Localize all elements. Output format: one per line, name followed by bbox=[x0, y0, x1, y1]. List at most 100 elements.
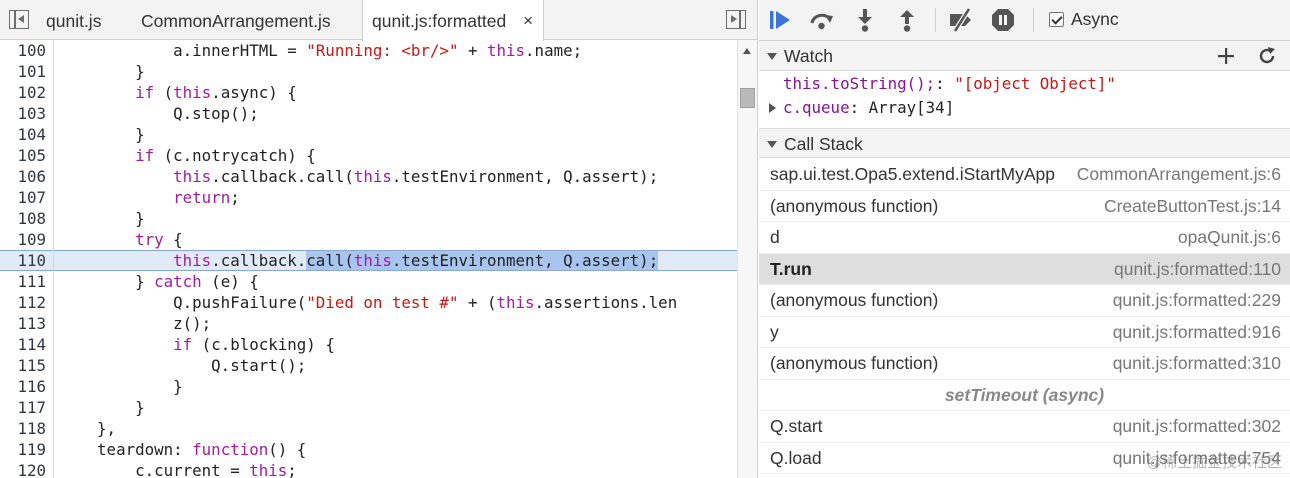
code-line[interactable]: 116 } bbox=[0, 376, 737, 397]
frame-location[interactable]: qunit.js:formatted:229 bbox=[1113, 285, 1281, 316]
scroll-up-arrow-icon[interactable] bbox=[743, 48, 751, 54]
line-number[interactable]: 102 bbox=[0, 82, 46, 103]
code-line[interactable]: 107 return; bbox=[0, 187, 737, 208]
chevron-down-icon bbox=[767, 141, 777, 148]
frame-location[interactable]: qunit.js:formatted:310 bbox=[1113, 348, 1281, 379]
frame-location[interactable]: qunit.js:formatted:916 bbox=[1113, 317, 1281, 348]
execution-line[interactable]: 110 this.callback.call(this.testEnvironm… bbox=[0, 250, 737, 271]
code-text: if (c.notrycatch) { bbox=[59, 145, 316, 166]
step-out-icon[interactable] bbox=[894, 7, 920, 33]
scroll-thumb[interactable] bbox=[740, 88, 755, 108]
code-line[interactable]: 105 if (c.notrycatch) { bbox=[0, 145, 737, 166]
code-line[interactable]: 111 } catch (e) { bbox=[0, 271, 737, 292]
line-number[interactable]: 120 bbox=[0, 460, 46, 478]
refresh-icon[interactable] bbox=[1256, 45, 1278, 67]
async-checkbox[interactable] bbox=[1049, 12, 1064, 27]
code-line[interactable]: 113 z(); bbox=[0, 313, 737, 334]
call-frame[interactable]: y qunit.js:formatted:916 bbox=[759, 317, 1290, 348]
deactivate-breakpoints-icon[interactable] bbox=[948, 7, 974, 33]
frame-location[interactable]: qunit.js:formatted:110 bbox=[1114, 254, 1281, 285]
line-number[interactable]: 113 bbox=[0, 313, 46, 334]
line-number[interactable]: 104 bbox=[0, 124, 46, 145]
line-number[interactable]: 119 bbox=[0, 439, 46, 460]
code-line[interactable]: 101 } bbox=[0, 61, 737, 82]
watch-separator: : bbox=[935, 74, 955, 93]
line-number[interactable]: 103 bbox=[0, 103, 46, 124]
toggle-debugger-sidebar-icon[interactable] bbox=[726, 10, 746, 29]
plus-icon[interactable] bbox=[1215, 45, 1237, 67]
close-tab-icon[interactable]: × bbox=[523, 0, 533, 42]
line-number[interactable]: 118 bbox=[0, 418, 46, 439]
watch-pane-header[interactable]: Watch bbox=[759, 41, 1290, 71]
call-frame[interactable]: (anonymous function) qunit.js:formatted:2… bbox=[759, 285, 1290, 317]
code-line[interactable]: 120 c.current = this; bbox=[0, 460, 737, 478]
line-number[interactable]: 116 bbox=[0, 376, 46, 397]
step-into-icon[interactable] bbox=[852, 7, 878, 33]
line-number[interactable]: 112 bbox=[0, 292, 46, 313]
code-keyword: this bbox=[249, 461, 288, 478]
editor-scrollbar[interactable] bbox=[737, 40, 757, 478]
code-line[interactable]: 119 teardown: function() { bbox=[0, 439, 737, 460]
step-over-icon[interactable] bbox=[809, 7, 835, 33]
code-line[interactable]: 108 } bbox=[0, 208, 737, 229]
code-line[interactable]: 114 if (c.blocking) { bbox=[0, 334, 737, 355]
code-line[interactable]: 106 this.callback.call(this.testEnvironm… bbox=[0, 166, 737, 187]
frame-location[interactable]: CreateButtonTest.js:14 bbox=[1104, 191, 1281, 222]
code-line[interactable]: 103 Q.stop(); bbox=[0, 103, 737, 124]
code-line[interactable]: 109 try { bbox=[0, 229, 737, 250]
resume-icon[interactable] bbox=[768, 7, 794, 33]
code-text: Q.stop(); bbox=[59, 103, 259, 124]
toggle-navigator-icon[interactable] bbox=[9, 10, 29, 29]
debugger-toolbar: Async bbox=[759, 0, 1290, 41]
line-number[interactable]: 108 bbox=[0, 208, 46, 229]
code-line[interactable]: 100 a.innerHTML = "Running: <br/>" + thi… bbox=[0, 40, 737, 61]
line-number[interactable]: 105 bbox=[0, 145, 46, 166]
call-frame[interactable]: Q.start qunit.js:formatted:302 bbox=[759, 411, 1290, 443]
frame-location[interactable]: CommonArrangement.js:6 bbox=[1077, 159, 1281, 190]
line-number[interactable]: 107 bbox=[0, 187, 46, 208]
line-number[interactable]: 117 bbox=[0, 397, 46, 418]
code-line[interactable]: 112 Q.pushFailure("Died on test #" + (th… bbox=[0, 292, 737, 313]
code-view[interactable]: 100 a.innerHTML = "Running: <br/>" + thi… bbox=[0, 40, 737, 478]
code-token: c.current = bbox=[59, 461, 250, 478]
code-line[interactable]: 118 }, bbox=[0, 418, 737, 439]
frame-location[interactable]: qunit.js:formatted:302 bbox=[1113, 411, 1281, 442]
line-number[interactable]: 115 bbox=[0, 355, 46, 376]
watch-expression[interactable]: c.queue: Array[34] bbox=[759, 96, 1290, 120]
code-token: } bbox=[59, 209, 145, 228]
code-text: z(); bbox=[59, 313, 211, 334]
call-frame-selected[interactable]: T.run qunit.js:formatted:110 bbox=[759, 253, 1290, 285]
tab-common-arrangement-js[interactable]: CommonArrangement.js bbox=[141, 0, 331, 40]
watermark: @稀土掘金技术社区 bbox=[1146, 454, 1282, 471]
line-number[interactable]: 106 bbox=[0, 166, 46, 187]
call-frame[interactable]: sap.ui.test.Opa5.extend.iStartMyApp Commo… bbox=[759, 159, 1290, 191]
call-stack-pane-header[interactable]: Call Stack bbox=[759, 128, 1290, 158]
tab-qunit-js[interactable]: qunit.js bbox=[46, 0, 101, 40]
code-text: c.current = this; bbox=[59, 460, 297, 478]
frame-location[interactable]: opaQunit.js:6 bbox=[1178, 222, 1281, 253]
code-text: } catch (e) { bbox=[59, 271, 259, 292]
call-frame[interactable]: (anonymous function) CreateButtonTest.js:… bbox=[759, 191, 1290, 222]
code-line[interactable]: 115 Q.start(); bbox=[0, 355, 737, 376]
call-frame[interactable]: d opaQunit.js:6 bbox=[759, 222, 1290, 254]
pause-on-exceptions-icon[interactable] bbox=[990, 7, 1016, 33]
code-line[interactable]: 104 } bbox=[0, 124, 737, 145]
code-line[interactable]: 117 } bbox=[0, 397, 737, 418]
code-token: z(); bbox=[59, 314, 212, 333]
frame-function: (anonymous function) bbox=[770, 353, 939, 373]
code-line[interactable]: 102 if (this.async) { bbox=[0, 82, 737, 103]
tab-qunit-js-formatted[interactable]: qunit.js:formatted × bbox=[362, 0, 544, 41]
line-number[interactable]: 111 bbox=[0, 271, 46, 292]
line-number[interactable]: 110 bbox=[0, 251, 46, 270]
line-number[interactable]: 100 bbox=[0, 40, 46, 61]
line-number[interactable]: 101 bbox=[0, 61, 46, 82]
expand-triangle-icon[interactable] bbox=[769, 103, 776, 113]
call-frame[interactable]: (anonymous function) qunit.js:formatted:3… bbox=[759, 348, 1290, 380]
code-text: Q.pushFailure("Died on test #" + (this.a… bbox=[59, 292, 677, 313]
async-label: setTimeout (async) bbox=[944, 384, 1105, 405]
line-number[interactable]: 114 bbox=[0, 334, 46, 355]
code-keyword: this bbox=[487, 41, 526, 60]
watch-expression[interactable]: this.toString();: "[object Object]" bbox=[759, 72, 1290, 96]
line-number[interactable]: 109 bbox=[0, 229, 46, 250]
